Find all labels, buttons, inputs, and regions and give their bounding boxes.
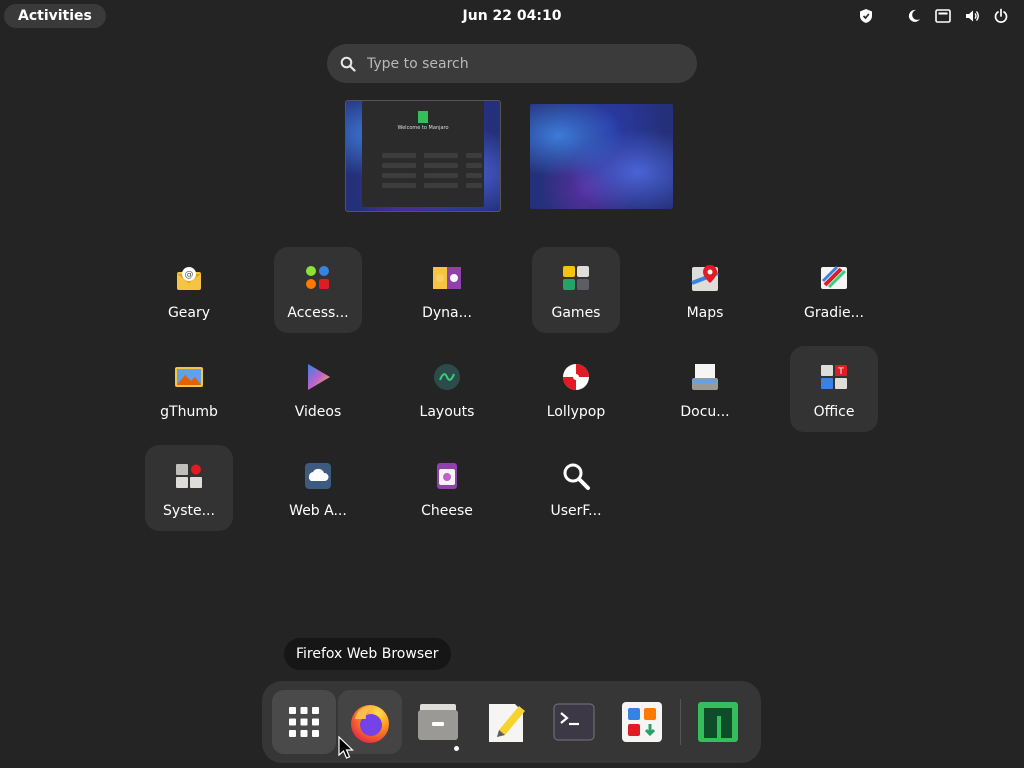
volume-icon [962, 6, 982, 26]
svg-text:@: @ [185, 270, 194, 280]
app-geary[interactable]: @ Geary [145, 247, 233, 333]
tray-security[interactable] [856, 6, 876, 26]
search-bar[interactable] [327, 44, 697, 83]
app-document-scanner[interactable]: Docu... [661, 346, 749, 432]
dynamic-wallpaper-icon [431, 262, 463, 294]
system-folder-icon [173, 460, 205, 492]
mouse-cursor-icon [338, 736, 354, 759]
maps-icon [689, 262, 721, 294]
manjaro-logo-icon [418, 111, 428, 123]
web-apps-icon [302, 460, 334, 492]
app-grid-icon [289, 707, 319, 737]
shield-icon [856, 6, 876, 26]
app-label: gThumb [160, 404, 218, 420]
app-folder-accessories[interactable]: Access... [274, 247, 362, 333]
clock-label[interactable]: Jun 22 04:10 [463, 8, 562, 24]
terminal-icon [553, 703, 595, 741]
app-label: Geary [167, 305, 211, 321]
svg-text:T: T [837, 367, 844, 377]
app-label: Access... [287, 305, 349, 321]
app-cheese[interactable]: Cheese [403, 445, 491, 531]
lollypop-icon [560, 361, 592, 393]
search-input[interactable] [367, 52, 677, 76]
search-icon [340, 56, 356, 72]
videos-icon [302, 361, 334, 393]
app-gthumb[interactable]: gThumb [145, 346, 233, 432]
app-label: UserF... [550, 503, 602, 519]
dock-files[interactable] [406, 690, 470, 754]
window-thumbnail-welcome[interactable]: Welcome to Manjaro [362, 101, 484, 207]
app-folder-games[interactable]: Games [532, 247, 620, 333]
app-videos[interactable]: Videos [274, 346, 362, 432]
app-label: Lollypop [546, 404, 606, 420]
dock-terminal[interactable] [542, 690, 606, 754]
games-folder-icon [560, 262, 592, 294]
office-folder-icon: T [818, 361, 850, 393]
app-web-apps[interactable]: Web A... [274, 445, 362, 531]
accessories-folder-icon [302, 262, 334, 294]
app-label: Maps [686, 305, 724, 321]
app-label: Office [813, 404, 855, 420]
dock-manjaro-hello[interactable] [686, 690, 750, 754]
dock-tooltip: Firefox Web Browser [284, 638, 451, 670]
app-lollypop[interactable]: Lollypop [532, 346, 620, 432]
app-label: Games [551, 305, 601, 321]
software-store-icon [622, 702, 662, 742]
power-icon [991, 6, 1011, 26]
window-thumbnail-title: Welcome to Manjaro [397, 125, 449, 131]
top-bar: Activities Jun 22 04:10 [0, 0, 1024, 32]
app-label: Docu... [680, 404, 730, 420]
app-layouts[interactable]: Layouts [403, 346, 491, 432]
tray-status-menu[interactable] [904, 6, 1011, 26]
app-label: Layouts [419, 404, 475, 420]
app-label: Dyna... [422, 305, 472, 321]
screenshot-icon [933, 6, 953, 26]
app-label: Web A... [289, 503, 347, 519]
running-indicator [454, 746, 459, 751]
gthumb-icon [173, 361, 205, 393]
app-user-folders[interactable]: UserF... [532, 445, 620, 531]
user-folders-search-icon [560, 460, 592, 492]
layouts-icon [431, 361, 463, 393]
app-gradience[interactable]: Gradie... [790, 247, 878, 333]
app-label: Cheese [421, 503, 473, 519]
workspace-thumbnail-2[interactable] [530, 104, 673, 209]
app-label: Gradie... [804, 305, 864, 321]
dock-separator [680, 699, 681, 745]
activities-button[interactable]: Activities [4, 4, 106, 28]
geary-mail-icon: @ [173, 262, 205, 294]
app-dynamic-wallpaper[interactable]: Dyna... [403, 247, 491, 333]
app-folder-office[interactable]: T Office [790, 346, 878, 432]
dock-text-editor[interactable] [474, 690, 538, 754]
night-light-icon [904, 6, 924, 26]
workspace-thumbnail-1[interactable]: Welcome to Manjaro [346, 101, 500, 211]
dash-dock [262, 681, 761, 763]
app-label: Videos [294, 404, 342, 420]
text-editor-icon [489, 704, 525, 742]
file-cabinet-icon [418, 704, 458, 740]
cheese-icon [431, 460, 463, 492]
dock-software[interactable] [610, 690, 674, 754]
gradience-icon [818, 262, 850, 294]
app-folder-system[interactable]: Syste... [145, 445, 233, 531]
show-apps-button[interactable] [272, 690, 336, 754]
document-scanner-icon [689, 361, 721, 393]
manjaro-logo-icon [698, 702, 738, 742]
app-maps[interactable]: Maps [661, 247, 749, 333]
app-label: Syste... [163, 503, 215, 519]
